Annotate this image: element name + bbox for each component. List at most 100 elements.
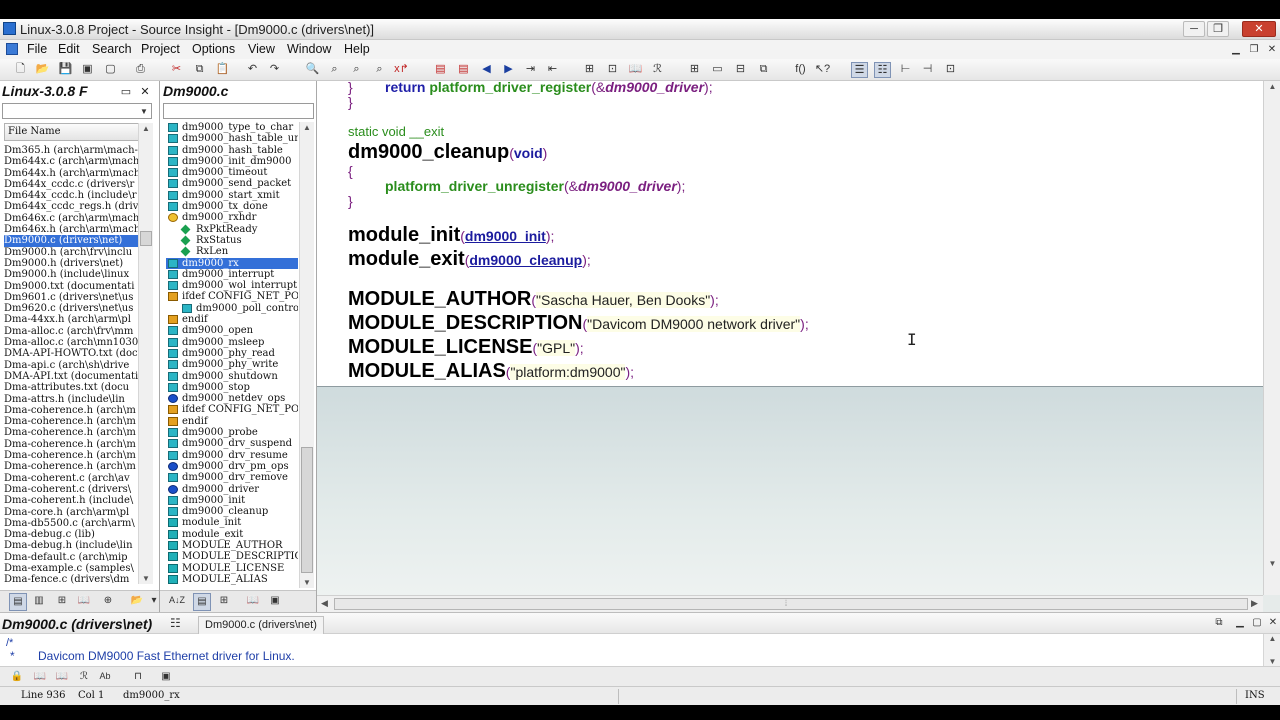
symbol-list-item[interactable]: MODULE_LICENSE — [166, 563, 298, 574]
file-list-item[interactable]: Dma-db5500.c (arch\arm\ — [4, 518, 138, 529]
symbol-list[interactable]: dm9000_type_to_char dm9000_hash_table_unl… — [166, 122, 298, 630]
symbol-list-item[interactable]: dm9000_interrupt — [166, 269, 298, 280]
symbol-list-item[interactable]: dm9000_tx_done — [166, 201, 298, 212]
scroll-up-icon[interactable]: ▲ — [300, 123, 314, 132]
back-arrow-icon[interactable]: ◀ — [478, 62, 495, 78]
file-list-item[interactable]: Dma-coherent.c (arch\av — [4, 473, 138, 484]
project-window-icon[interactable]: ☰ — [851, 62, 868, 78]
menu-options[interactable]: Options — [192, 42, 235, 56]
jump-back-icon[interactable]: ⇤ — [544, 62, 561, 78]
symbol-list-item[interactable]: dm9000_hash_table_unl — [166, 133, 298, 144]
symbol-list-item[interactable]: dm9000_stop — [166, 382, 298, 393]
file-list-item[interactable]: Dma-attributes.txt (docu — [4, 382, 138, 393]
file-list-item[interactable]: Dm644x.c (arch\arm\mach — [4, 156, 138, 167]
symbol-list-item[interactable]: dm9000_driver — [166, 484, 298, 495]
symbol-list-item[interactable]: dm9000_start_xmit — [166, 190, 298, 201]
search-forward-icon[interactable]: ⌕ — [326, 62, 343, 78]
file-list-item[interactable]: Dma-core.h (arch\arm\pl — [4, 507, 138, 518]
open-file-icon[interactable]: 📂 — [129, 593, 145, 609]
scroll-left-icon[interactable]: ◀ — [321, 598, 328, 609]
save-icon[interactable]: 💾 — [57, 62, 74, 78]
symbol-list-item[interactable]: module_init — [166, 517, 298, 528]
scroll-thumb[interactable] — [334, 598, 1248, 610]
symbol-list-item[interactable]: dm9000_wol_interrupt — [166, 280, 298, 291]
context-font-icon[interactable]: Ab — [97, 669, 113, 685]
symbol-list-item[interactable]: dm9000_drv_pm_ops — [166, 461, 298, 472]
cut-icon[interactable]: ✂ — [168, 62, 185, 78]
context-file-tab[interactable]: Dm9000.c (drivers\net) — [198, 616, 324, 635]
bookmark-icon[interactable]: ▤ — [432, 62, 449, 78]
menu-edit[interactable]: Edit — [58, 42, 80, 56]
panel-minimize-icon[interactable]: ▭ — [120, 85, 132, 99]
context-pane[interactable]: /* * Davicom DM9000 Fast Ethernet driver… — [0, 634, 1280, 666]
file-list-item[interactable]: Dm646x.c (arch\arm\mach — [4, 213, 138, 224]
symbol-list-item[interactable]: dm9000_init — [166, 495, 298, 506]
symbol-book-icon[interactable]: 📖 — [245, 593, 261, 609]
symbol-list-item[interactable]: dm9000_init_dm9000 — [166, 156, 298, 167]
scroll-up-icon[interactable]: ▲ — [139, 124, 153, 133]
context-symbols-icon[interactable]: 📖 — [54, 669, 70, 685]
symbol-list-item[interactable]: MODULE_ALIAS — [166, 574, 298, 585]
lock-icon[interactable]: 🔒 — [9, 669, 25, 685]
scroll-thumb[interactable] — [301, 447, 313, 573]
symbol-list-item[interactable]: dm9000_type_to_char — [166, 122, 298, 133]
file-list-item[interactable]: Dma-debug.c (lib) — [4, 529, 138, 540]
file-list-item[interactable]: Dma-coherence.h (arch\m — [4, 450, 138, 461]
editor-horizontal-scrollbar[interactable]: ◀ ⦙ ▶ — [317, 595, 1263, 613]
relation-window-icon[interactable]: ⊢ — [897, 62, 914, 78]
symbol-browse-icon[interactable]: ⊕ — [100, 593, 116, 609]
symbol-settings-icon[interactable]: ▣ — [267, 593, 283, 609]
init-param[interactable]: dm9000_init — [465, 228, 546, 244]
scroll-down-icon[interactable]: ▼ — [1264, 559, 1280, 568]
symbol-list-item[interactable]: RxStatus — [166, 235, 298, 246]
editor-vertical-scrollbar[interactable]: ▲ ▼ — [1263, 81, 1280, 595]
symbol-list-item[interactable]: dm9000_rx — [166, 257, 298, 269]
file-list-item[interactable]: Dma-debug.h (include\lin — [4, 540, 138, 551]
symbol-list-item[interactable]: RxLen — [166, 246, 298, 257]
file-list-item[interactable]: Dm9000.txt (documentati — [4, 281, 138, 292]
symbol-list-item[interactable]: dm9000_cleanup — [166, 506, 298, 517]
paste-icon[interactable]: 📋 — [214, 62, 231, 78]
file-list-item[interactable]: Dm9000.h (arch\frv\inclu — [4, 247, 138, 258]
symbol-list-item[interactable]: dm9000_phy_read — [166, 348, 298, 359]
doc-close-icon[interactable]: ✕ — [1264, 43, 1280, 57]
save-all-icon[interactable]: ▣ — [79, 62, 96, 78]
scroll-down-icon[interactable]: ▼ — [300, 578, 314, 587]
function-icon[interactable]: f() — [792, 62, 809, 78]
file-list-item[interactable]: Dma-coherent.c (drivers\ — [4, 484, 138, 495]
undo-icon[interactable]: ↶ — [244, 62, 261, 78]
context-close-icon[interactable]: ✕ — [1265, 616, 1280, 630]
copy-icon[interactable]: ⧉ — [191, 62, 208, 78]
window-cascade-icon[interactable]: ⧉ — [755, 62, 772, 78]
context-refresh-icon[interactable]: ℛ — [76, 669, 92, 685]
minimize-button[interactable]: ─ — [1183, 21, 1205, 37]
file-list-item[interactable]: Dma-coherent.h (include\ — [4, 495, 138, 506]
context-scrollbar[interactable]: ▲ ▼ — [1263, 634, 1280, 666]
file-list-item[interactable]: Dm644x.h (arch\arm\mach — [4, 168, 138, 179]
symbol-window-icon[interactable]: ☷ — [874, 62, 891, 78]
doc-restore-icon[interactable]: ❐ — [1246, 43, 1262, 57]
file-list-item[interactable]: Dma-coherence.h (arch\m — [4, 439, 138, 450]
file-list-item[interactable]: Dma-attrs.h (include\lin — [4, 394, 138, 405]
scroll-down-icon[interactable]: ▼ — [1264, 657, 1280, 666]
symbol-list-item[interactable]: dm9000_open — [166, 325, 298, 336]
context-maximize-icon[interactable]: ▢ — [1249, 616, 1265, 630]
scroll-thumb[interactable] — [140, 231, 152, 246]
file-list-item[interactable]: Dm9000.h (drivers\net) — [4, 258, 138, 269]
symbol-list-item[interactable]: dm9000_probe — [166, 427, 298, 438]
menu-help[interactable]: Help — [344, 42, 370, 56]
document-icon[interactable] — [6, 43, 18, 55]
file-list-item[interactable]: Dma-44xx.h (arch\arm\pl — [4, 314, 138, 325]
scroll-right-icon[interactable]: ▶ — [1251, 598, 1258, 609]
menu-project[interactable]: Project — [141, 42, 180, 56]
code-area[interactable]: } return platform_driver_register(&dm900… — [317, 79, 1263, 387]
file-list-item[interactable]: Dma-fence.c (drivers\dm — [4, 574, 138, 585]
help-pointer-icon[interactable]: ↖? — [814, 62, 831, 78]
file-list-item[interactable]: Dma-alloc.c (arch\mn1030 — [4, 337, 138, 348]
symbol-list-item[interactable]: dm9000_drv_remove — [166, 472, 298, 483]
file-list[interactable]: Dm365.h (arch\arm\mach- Dm644x.c (arch\ar… — [4, 145, 138, 585]
symbol-list-item[interactable]: MODULE_AUTHOR — [166, 540, 298, 551]
file-list-item[interactable]: Dma-api.c (arch\sh\drive — [4, 360, 138, 371]
symbol-list-item[interactable]: dm9000_netdev_ops — [166, 393, 298, 404]
symbol-list-item[interactable]: module_exit — [166, 529, 298, 540]
